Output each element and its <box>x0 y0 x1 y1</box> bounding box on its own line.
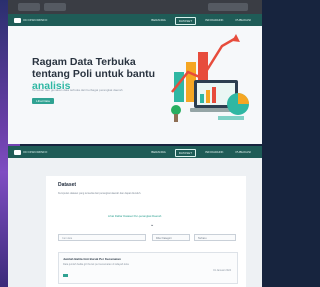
result-date: 01 Januari 2024 <box>213 269 231 272</box>
list-item[interactable]: Jumlah Balita Gizi Buruk Per Kecamatan D… <box>58 252 238 284</box>
top-navbar: OD DISKOMINFO BERANDA DATASET INFOGRAFIK… <box>8 14 262 26</box>
browser-tab[interactable] <box>18 3 40 11</box>
nav-link-beranda[interactable]: BERANDA <box>148 17 169 25</box>
page-description: Kumpulan dataset yang tersedia dari pera… <box>58 192 142 195</box>
result-title[interactable]: Jumlah Balita Gizi Buruk Per Kecamatan <box>63 257 121 261</box>
sort-select[interactable]: Terbaru <box>194 234 236 241</box>
logo-text: OD DISKOMINFO <box>23 150 48 154</box>
browser-toolbar-controls[interactable] <box>208 3 248 11</box>
nav-links: BERANDA DATASET INFOGRAFIK PUBLIKASI <box>148 149 254 157</box>
nav-link-publikasi[interactable]: PUBLIKASI <box>232 149 254 157</box>
illus-screen-bar <box>212 87 216 103</box>
category-filter-select[interactable]: Filter Kategori <box>152 234 190 241</box>
logo-text: OD DISKOMINFO <box>23 18 48 22</box>
logo-mark-icon <box>14 17 21 23</box>
browser-tab[interactable] <box>44 3 66 11</box>
page-title: Dataset <box>58 182 77 188</box>
nav-link-infografik[interactable]: INFOGRAFIK <box>202 149 226 157</box>
nav-link-dataset[interactable]: DATASET <box>174 17 197 25</box>
illus-plant-pot <box>174 114 178 122</box>
analytics-illustration <box>171 34 249 122</box>
nav-link-publikasi[interactable]: PUBLIKASI <box>232 17 254 25</box>
illus-floor <box>218 116 244 120</box>
top-navbar: OD DISKOMINFO BERANDA DATASET INFOGRAFIK… <box>8 146 262 158</box>
dataset-per-agency-link[interactable]: Lihat Daftar Dataset Per-perangkat Daera… <box>108 214 161 218</box>
hero-cta-button[interactable]: Lihat Data <box>32 98 54 104</box>
dataset-card: Dataset Kumpulan dataset yang tersedia d… <box>46 176 246 287</box>
nav-links: BERANDA DATASET INFOGRAFIK PUBLIKASI <box>148 17 254 25</box>
illus-plant <box>171 105 181 115</box>
site-logo[interactable]: OD DISKOMINFO <box>14 149 47 155</box>
site-logo[interactable]: OD DISKOMINFO <box>14 17 47 23</box>
nav-link-infografik[interactable]: INFOGRAFIK <box>202 17 226 25</box>
logo-mark-icon <box>14 149 21 155</box>
hero-title-text: Ragam Data Terbuka tentang Poli untuk ba… <box>32 56 156 80</box>
nav-link-beranda[interactable]: BERANDA <box>148 149 169 157</box>
hero-section: OD DISKOMINFO BERANDA DATASET INFOGRAFIK… <box>8 14 262 144</box>
browser-tab-bar <box>8 0 262 15</box>
hero-title: Ragam Data Terbuka tentang Poli untuk ba… <box>32 56 162 92</box>
illus-screen-bar <box>206 90 210 103</box>
nav-link-dataset[interactable]: DATASET <box>174 149 197 157</box>
illus-pie-slice <box>238 93 249 104</box>
search-input[interactable]: Cari data <box>58 234 146 241</box>
illus-screen-bar <box>200 94 204 103</box>
illus-arrow-icon <box>232 34 240 42</box>
dataset-page: OD DISKOMINFO BERANDA DATASET INFOGRAFIK… <box>8 146 262 287</box>
chevron-down-icon[interactable]: ⌄ <box>150 222 154 228</box>
result-description: Data jumlah balita gizi buruk per kecama… <box>63 263 129 266</box>
result-tag <box>63 274 68 277</box>
hero-subtitle: Temukan dan gunakan data terbuka dari be… <box>32 88 123 92</box>
